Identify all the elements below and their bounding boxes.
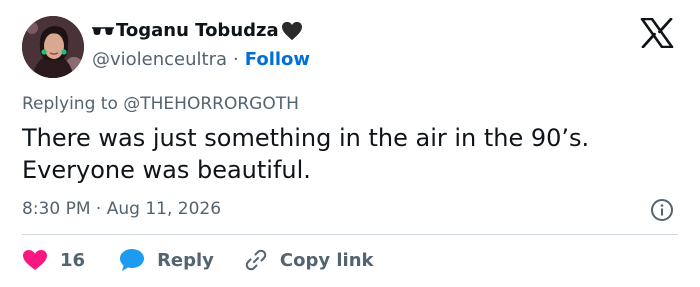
tweet-time: 8:30 PM [22,199,91,219]
author-handle[interactable]: @violenceultra [92,47,227,73]
reply-label: Reply [157,249,214,271]
copy-link-button[interactable]: Copy link [244,248,374,272]
avatar[interactable] [22,16,84,78]
info-icon[interactable] [650,198,674,222]
author-display-name[interactable]: Toganu Tobudza [116,17,279,45]
timestamp-separator: · [95,199,102,219]
handle-separator: · [233,49,239,70]
avatar-image [22,16,84,78]
tweet-timestamp[interactable]: 8:30 PM · Aug 11, 2026 [22,197,221,221]
x-logo-icon[interactable] [640,18,674,48]
like-count: 16 [60,249,86,271]
tweet-text-line: Everyone was beautiful. [22,156,311,184]
speech-bubble-icon [120,249,145,271]
reply-button[interactable]: Reply [119,248,214,272]
black-heart-icon [281,21,302,41]
heart-icon [23,250,47,270]
tweet-text-line: There was just something in the air in t… [22,124,590,152]
author-name-row: Toganu Tobudza [92,17,303,45]
like-button[interactable]: 16 [22,249,85,271]
follow-button[interactable]: Follow [245,47,310,73]
action-bar: 16 Reply Copy link [22,246,374,274]
tweet-text: There was just something in the air in t… [22,122,682,186]
reply-context-mention[interactable]: @THEHORRORGOTH [123,94,299,114]
divider [22,234,678,235]
sunglasses-icon [92,27,114,35]
link-icon [245,249,267,271]
reply-context-prefix: Replying to [22,94,118,114]
copy-link-label: Copy link [279,249,374,271]
tweet-date: Aug 11, 2026 [106,199,222,219]
reply-context: Replying to @THEHORRORGOTH [22,92,299,116]
author-handle-row: @violenceultra · Follow [92,47,310,73]
